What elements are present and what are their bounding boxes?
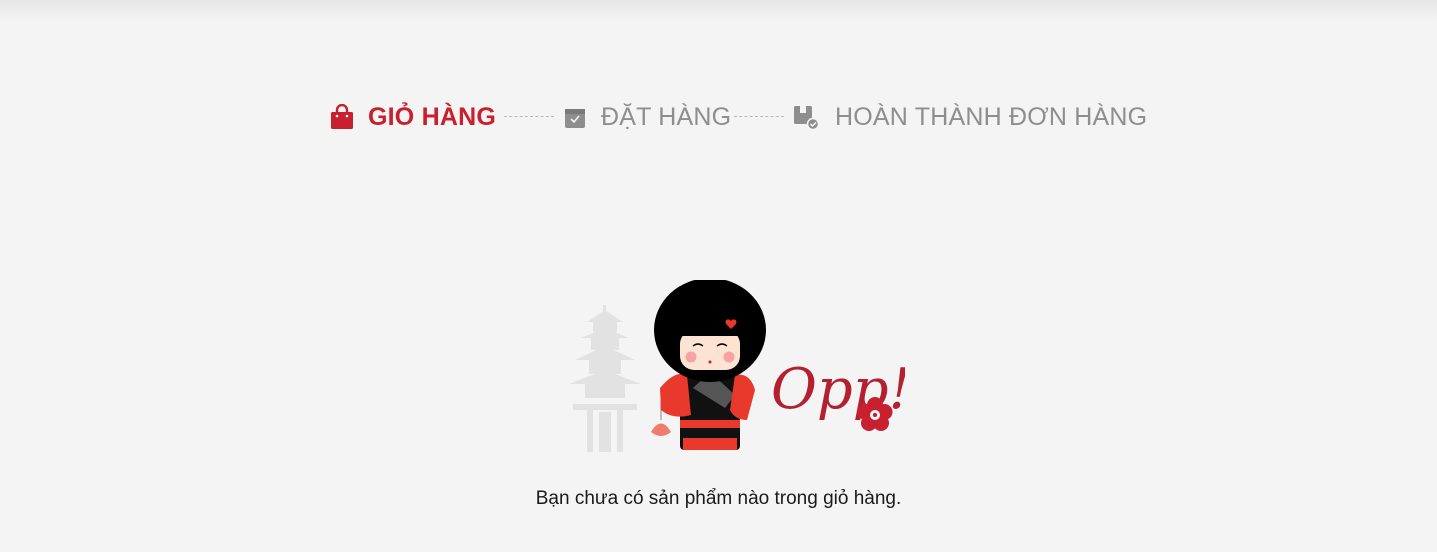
step-connector xyxy=(734,116,784,117)
box-icon xyxy=(563,104,587,130)
step-complete[interactable]: HOÀN THÀNH ĐƠN HÀNG xyxy=(793,98,1147,136)
charm-icon xyxy=(651,423,671,436)
pagoda-icon xyxy=(569,305,641,452)
empty-cart-illustration: Opp! xyxy=(565,278,911,455)
step-checkout-label: ĐẶT HÀNG xyxy=(601,102,732,131)
step-checkout[interactable]: ĐẶT HÀNG xyxy=(563,98,731,136)
box-check-icon xyxy=(793,104,820,131)
header-shadow xyxy=(0,0,1437,22)
shopping-bag-icon xyxy=(330,103,354,130)
empty-cart-message: Bạn chưa có sản phẩm nào trong giỏ hàng. xyxy=(535,488,902,509)
step-connector xyxy=(504,116,554,117)
step-cart[interactable]: GIỎ HÀNG xyxy=(330,98,496,136)
step-cart-label: GIỎ HÀNG xyxy=(368,102,496,131)
step-complete-label: HOÀN THÀNH ĐƠN HÀNG xyxy=(835,102,1148,131)
checkout-steps: GIỎ HÀNG ĐẶT HÀNG HOÀN THÀNH ĐƠN HÀNG xyxy=(0,98,1437,136)
